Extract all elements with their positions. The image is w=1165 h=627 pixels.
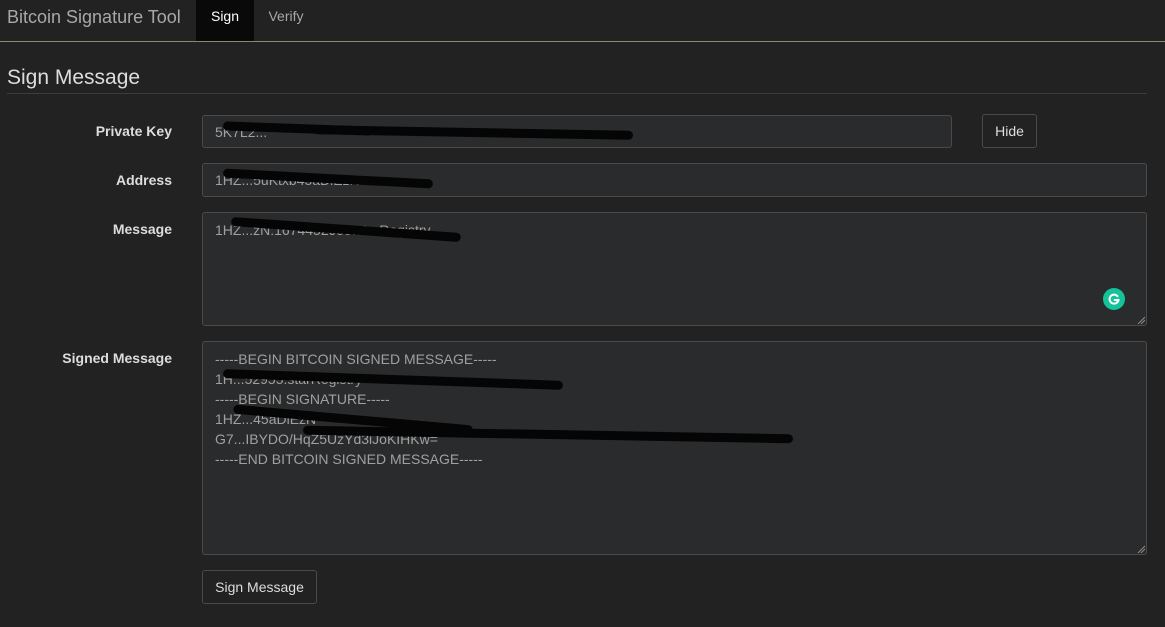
sign-message-button[interactable]: Sign Message xyxy=(202,570,317,604)
private-key-input[interactable]: 5K7L2... xyxy=(202,115,952,148)
tab-sign[interactable]: Sign xyxy=(196,0,254,41)
tab-verify[interactable]: Verify xyxy=(258,0,314,41)
message-textarea[interactable]: 1HZ...zN:1674452955:starRegistry xyxy=(202,212,1147,326)
app-brand[interactable]: Bitcoin Signature Tool xyxy=(7,7,181,28)
signed-line: -----END BITCOIN SIGNED MESSAGE----- xyxy=(215,451,483,467)
signed-message-label: Signed Message xyxy=(62,350,172,366)
resize-grip-icon[interactable] xyxy=(1137,545,1145,553)
resize-grip-icon[interactable] xyxy=(1137,316,1145,324)
signed-message-textarea[interactable]: -----BEGIN BITCOIN SIGNED MESSAGE----- 1… xyxy=(202,341,1147,555)
signed-line: -----BEGIN SIGNATURE----- xyxy=(215,391,390,407)
message-label: Message xyxy=(112,221,172,237)
address-label: Address xyxy=(115,172,172,188)
grammarly-icon[interactable] xyxy=(1103,288,1125,310)
private-key-label: Private Key xyxy=(95,123,172,139)
hide-button[interactable]: Hide xyxy=(982,114,1037,148)
signed-line: -----BEGIN BITCOIN SIGNED MESSAGE----- xyxy=(215,351,497,367)
page-title: Sign Message xyxy=(7,66,141,89)
navbar: Bitcoin Signature Tool Sign Verify xyxy=(0,0,1165,42)
heading-divider xyxy=(7,93,1147,94)
address-field[interactable]: 1HZ...5uKtxb45aDiEzN xyxy=(202,163,1147,197)
